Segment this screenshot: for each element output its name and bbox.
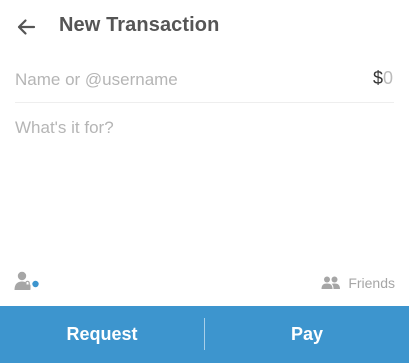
page-title: New Transaction: [59, 14, 220, 36]
person-lock-icon: [14, 271, 39, 290]
people-icon: [321, 276, 341, 289]
privacy-label: Friends: [348, 275, 395, 291]
amount-field[interactable]: $0: [373, 68, 393, 89]
back-button[interactable]: [12, 13, 40, 41]
header: New Transaction: [0, 0, 409, 55]
request-button[interactable]: Request: [0, 306, 204, 363]
pay-button[interactable]: Pay: [205, 306, 409, 363]
amount-value: 0: [382, 68, 393, 88]
arrow-left-icon: [17, 19, 36, 35]
currency-symbol: $: [372, 68, 383, 88]
recipient-input[interactable]: [15, 66, 335, 94]
new-transaction-screen: New Transaction $0 Friends Request Pay: [0, 0, 409, 363]
note-input[interactable]: [15, 112, 394, 258]
privacy-selector[interactable]: Friends: [321, 273, 395, 293]
recipient-row: $0: [15, 58, 394, 103]
action-bar: Request Pay: [0, 306, 409, 363]
contacts-button[interactable]: [13, 270, 41, 294]
